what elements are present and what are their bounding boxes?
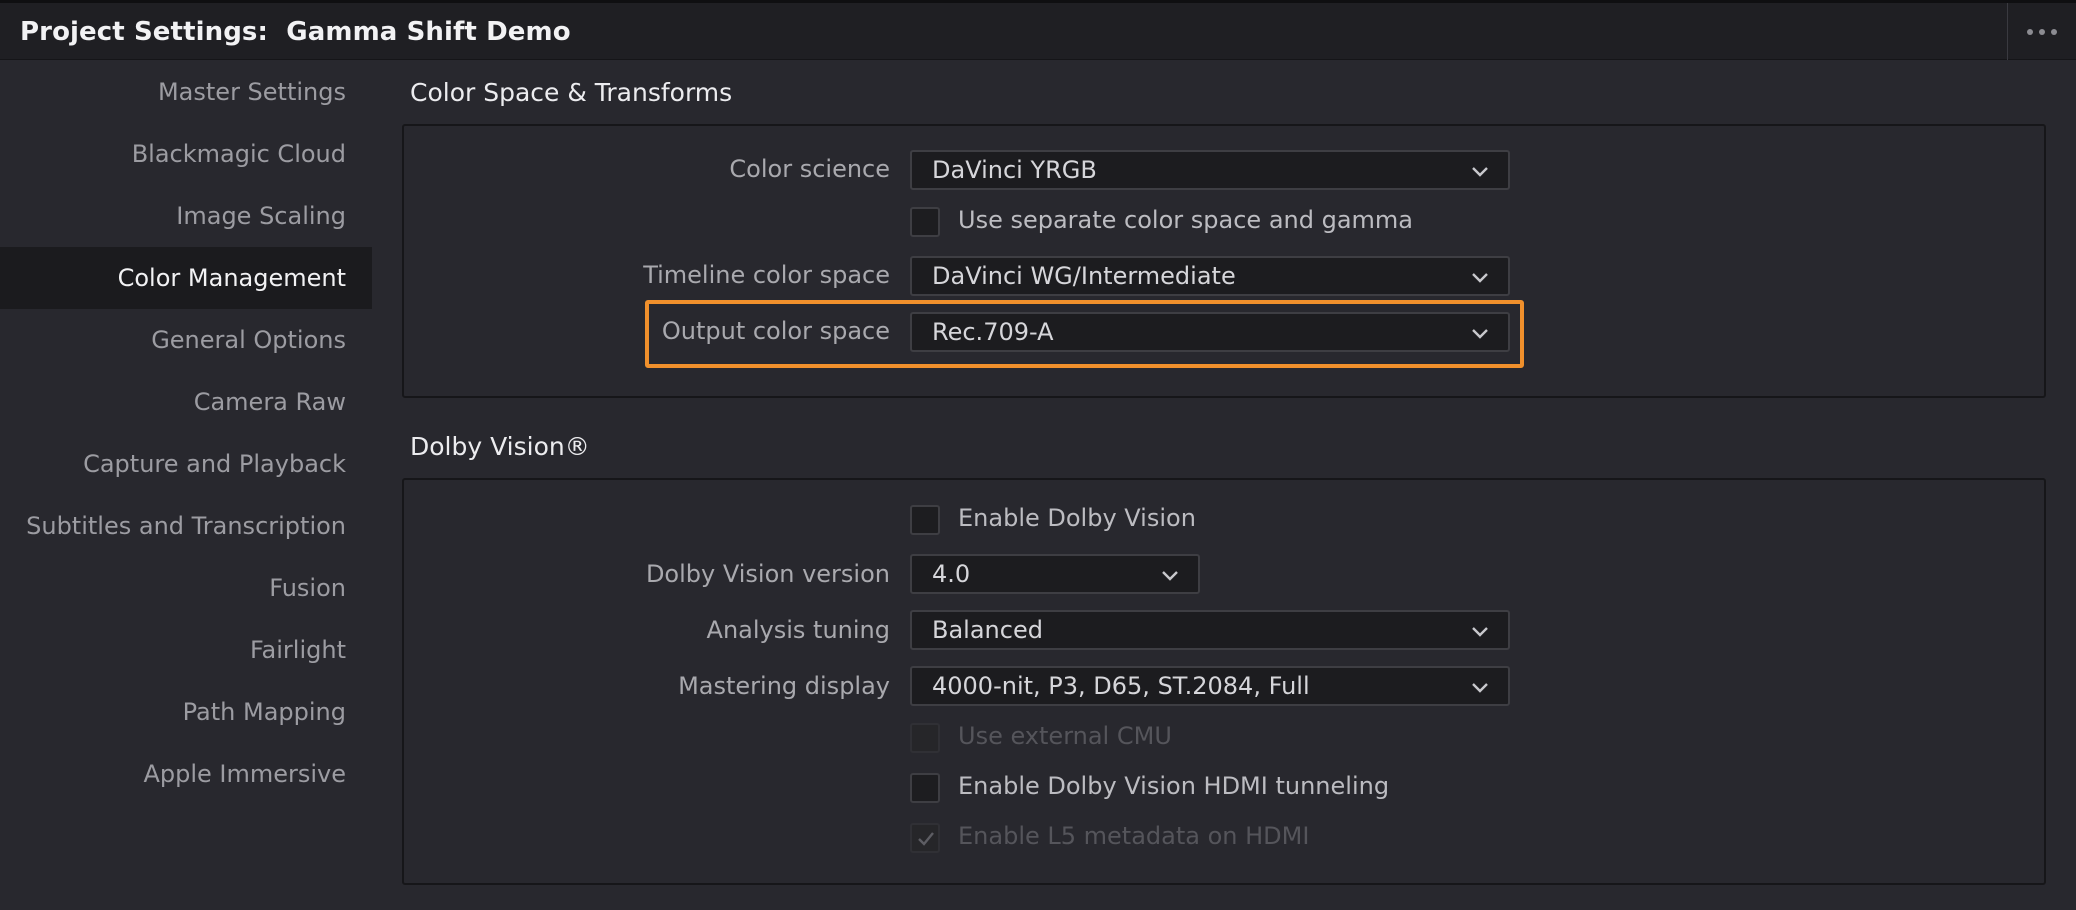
color-science-label: Color science [729,155,890,183]
output-color-space-label: Output color space [661,317,890,345]
timeline-color-space-label: Timeline color space [643,261,890,289]
sidebar-item-master-settings[interactable]: Master Settings [0,61,372,123]
output-color-space-dropdown[interactable]: Rec.709-A [910,312,1510,352]
analysis-tuning-value: Balanced [932,616,1043,644]
sidebar-item-fairlight[interactable]: Fairlight [0,619,372,681]
window-title: Project Settings: Gamma Shift Demo [20,17,571,47]
analysis-tuning-dropdown[interactable]: Balanced [910,610,1510,650]
mastering-display-dropdown[interactable]: 4000-nit, P3, D65, ST.2084, Full [910,666,1510,706]
chevron-down-icon [1472,167,1488,177]
separate-color-space-checkbox[interactable] [910,207,940,237]
more-options-button[interactable] [2007,3,2076,60]
sidebar-item-fusion[interactable]: Fusion [0,557,372,619]
color-space-section-title: Color Space & Transforms [410,78,733,107]
sidebar-item-camera-raw[interactable]: Camera Raw [0,371,372,433]
chevron-down-icon [1472,627,1488,637]
sidebar-item-apple-immersive[interactable]: Apple Immersive [0,743,372,805]
color-science-dropdown[interactable]: DaVinci YRGB [910,150,1510,190]
checkmark-icon [918,832,934,846]
dolby-vision-version-dropdown[interactable]: 4.0 [910,554,1200,594]
timeline-color-space-dropdown[interactable]: DaVinci WG/Intermediate [910,256,1510,296]
separate-color-space-label[interactable]: Use separate color space and gamma [958,206,1413,234]
chevron-down-icon [1472,329,1488,339]
dolby-vision-section-title: Dolby Vision® [410,432,590,461]
settings-sidebar: Master Settings Blackmagic Cloud Image S… [0,61,372,910]
chevron-down-icon [1162,571,1178,581]
dolby-vision-version-value: 4.0 [932,560,971,588]
sidebar-item-subtitles-and-transcription[interactable]: Subtitles and Transcription [0,495,372,557]
chevron-down-icon [1472,273,1488,283]
use-external-cmu-checkbox [910,723,940,753]
color-science-value: DaVinci YRGB [932,156,1097,184]
chevron-down-icon [1472,683,1488,693]
sidebar-item-capture-and-playback[interactable]: Capture and Playback [0,433,372,495]
output-color-space-value: Rec.709-A [932,318,1054,346]
title-bar: Project Settings: Gamma Shift Demo [0,0,2076,60]
mastering-display-label: Mastering display [678,672,890,700]
mastering-display-value: 4000-nit, P3, D65, ST.2084, Full [932,672,1310,700]
sidebar-item-path-mapping[interactable]: Path Mapping [0,681,372,743]
l5-metadata-label: Enable L5 metadata on HDMI [958,822,1310,850]
dolby-vision-version-label: Dolby Vision version [645,560,890,588]
sidebar-item-image-scaling[interactable]: Image Scaling [0,185,372,247]
enable-dolby-vision-label[interactable]: Enable Dolby Vision [958,504,1196,532]
enable-dolby-vision-checkbox[interactable] [910,505,940,535]
sidebar-item-color-management[interactable]: Color Management [0,247,372,309]
hdmi-tunneling-label[interactable]: Enable Dolby Vision HDMI tunneling [958,772,1389,800]
sidebar-item-blackmagic-cloud[interactable]: Blackmagic Cloud [0,123,372,185]
more-horizontal-icon [2027,28,2033,35]
timeline-color-space-value: DaVinci WG/Intermediate [932,262,1236,290]
hdmi-tunneling-checkbox[interactable] [910,773,940,803]
more-dot [2051,28,2057,35]
l5-metadata-checkbox [910,823,940,853]
more-dot [2039,28,2045,35]
use-external-cmu-label: Use external CMU [958,722,1172,750]
sidebar-item-general-options[interactable]: General Options [0,309,372,371]
analysis-tuning-label: Analysis tuning [706,616,890,644]
